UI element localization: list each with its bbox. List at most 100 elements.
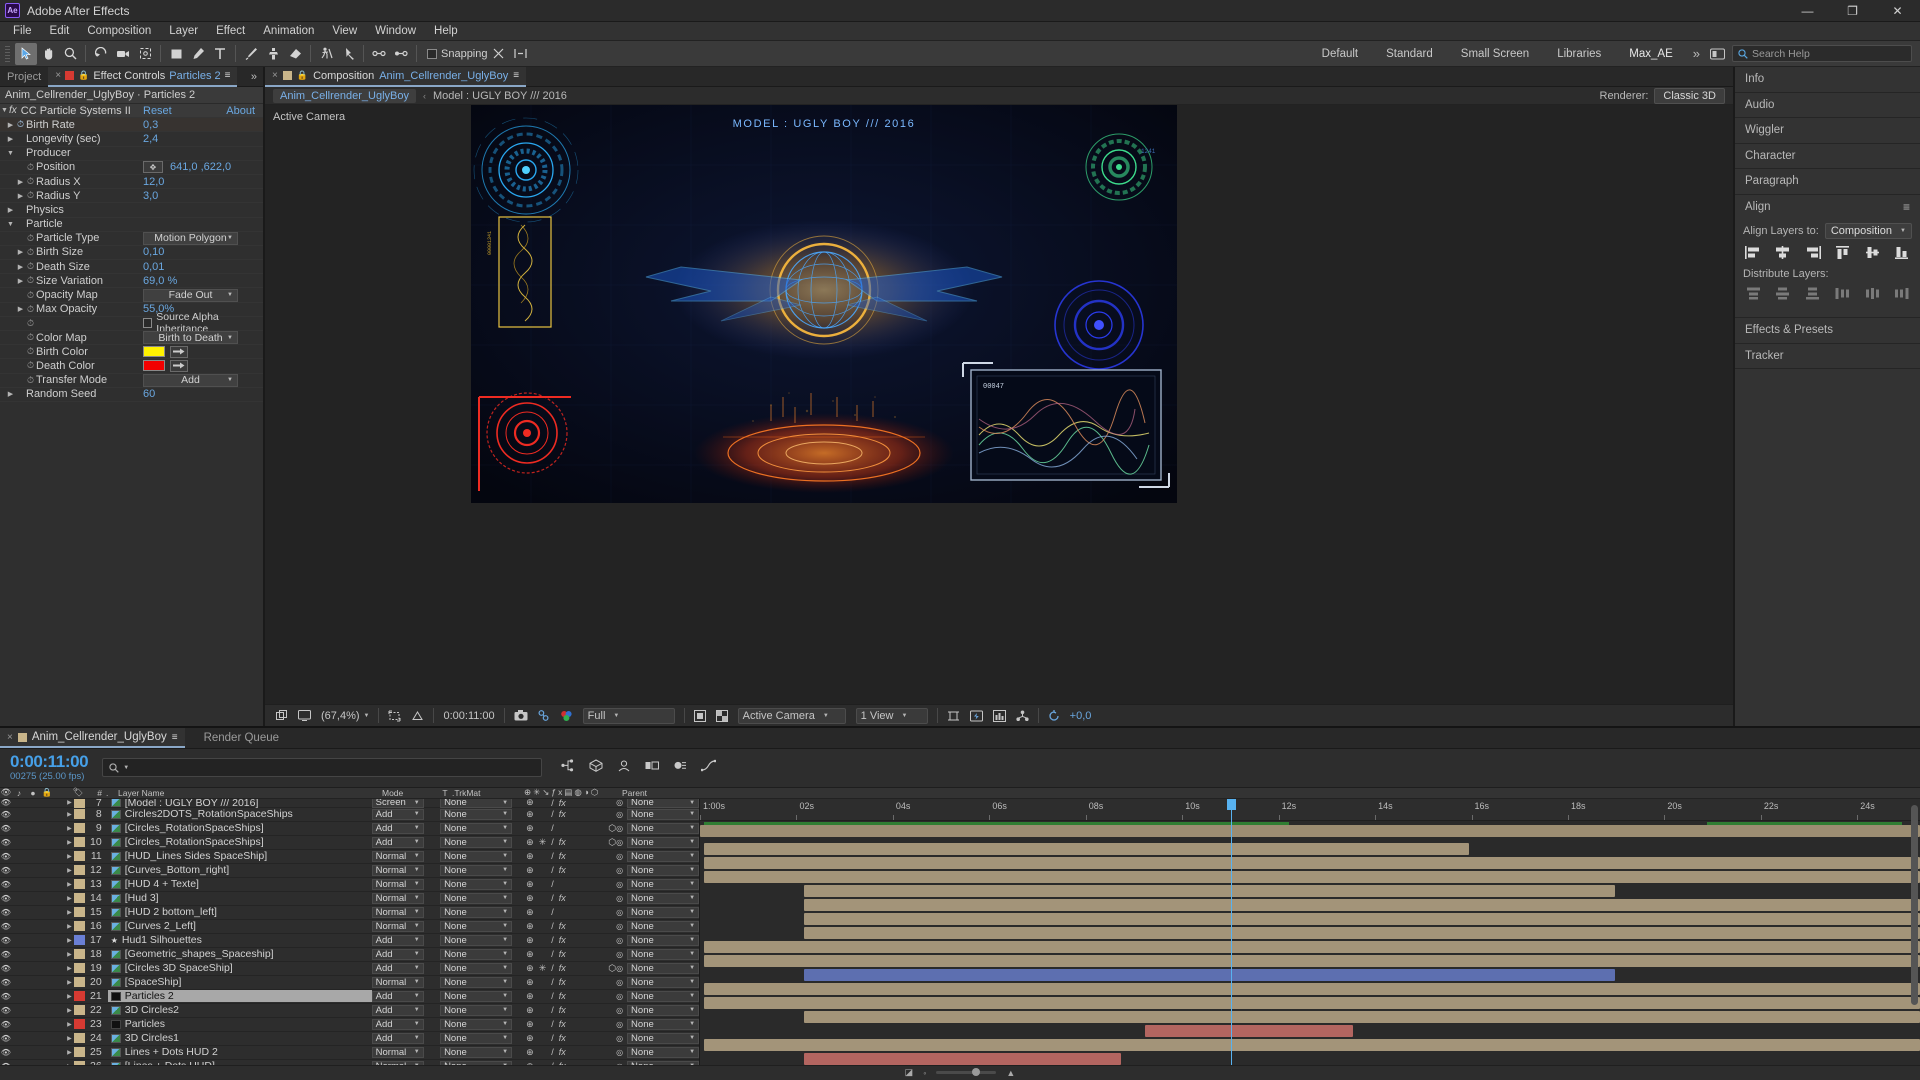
layer-label-color[interactable] — [74, 1033, 86, 1044]
adjustment-layer-icon[interactable]: / — [551, 991, 554, 1001]
property-value[interactable]: 0,10 — [143, 246, 164, 258]
layer-trkmat-select[interactable]: None▼ — [440, 864, 513, 876]
menu-item-file[interactable]: File — [4, 22, 41, 41]
property-value[interactable]: 2,4 — [143, 133, 158, 145]
rotation-tool-icon[interactable] — [90, 43, 112, 65]
layer-trkmat-select[interactable]: None▼ — [440, 822, 513, 834]
resolution-value-box[interactable]: Full ▼ — [582, 707, 675, 724]
transparency-grid-button[interactable] — [406, 705, 429, 727]
layer-name[interactable]: [SpaceShip] — [108, 976, 372, 988]
layer-name[interactable]: Particles — [108, 1018, 372, 1030]
layer-parent-select[interactable]: None▼ — [627, 850, 699, 862]
current-time-indicator-head[interactable] — [1226, 798, 1236, 810]
layer-twirl-icon[interactable]: ▶ — [65, 867, 75, 874]
camera-view-select[interactable]: Active Camera ▼ — [733, 705, 851, 727]
timeline-current-time[interactable]: 0:00:11:00 00275 (25.00 fps) — [0, 753, 89, 783]
timeline-graph[interactable]: 1:00s 02s 04s 06s 08s 10s 12s 14s 16s 18s 20s 22s 24… — [700, 798, 1920, 1065]
layer-blend-mode-select[interactable]: Add ▼ — [371, 1032, 424, 1044]
layer-blend-mode-select[interactable]: Add ▼ — [371, 822, 424, 834]
collapse-transformations-icon[interactable]: ⊕ — [526, 879, 534, 890]
layer-duration-bar[interactable] — [803, 926, 1920, 939]
layer-blend-mode-select[interactable]: Normal▼ — [371, 906, 424, 918]
collapse-transformations-icon[interactable]: ⊕ — [526, 949, 534, 960]
panel-header[interactable]: Effects & Presets — [1735, 318, 1920, 343]
layer-label-color[interactable] — [74, 963, 86, 974]
layer-name[interactable]: [Curves 2_Left] — [108, 920, 372, 932]
layer-visibility-toggle[interactable]: 👁 — [0, 1006, 12, 1015]
layer-parent-select[interactable]: None▼ — [627, 864, 699, 876]
timeline-layer-row[interactable]: 👁▶16[Curves 2_Left]Normal▼None▼⊕✳/fx⬡◎No… — [0, 919, 699, 934]
shape-tool-icon[interactable] — [165, 43, 187, 65]
layer-twirl-icon[interactable]: ▶ — [65, 853, 75, 860]
position-picker-icon[interactable]: ✥ — [143, 161, 163, 174]
color-swatch[interactable] — [143, 346, 165, 358]
parent-pickwhip-icon[interactable]: ◎ — [616, 799, 623, 808]
timeline-layer-row[interactable]: 👁 ▶ 18 [Geometric_shapes_Spaceship] Add ▼ None… — [0, 947, 699, 962]
adjustment-layer-icon[interactable]: / — [551, 879, 554, 889]
effects-icon[interactable]: fx — [559, 1047, 566, 1057]
effect-twirl-icon[interactable]: ▼ — [0, 107, 9, 114]
adjustment-layer-icon[interactable]: / — [551, 907, 554, 917]
parent-pickwhip-icon[interactable]: ◎ — [616, 1020, 623, 1029]
timeline-vertical-scrollbar[interactable] — [1910, 799, 1919, 1065]
collapse-transformations-icon[interactable]: ⊕ — [526, 907, 534, 918]
main-viewer-button[interactable] — [293, 705, 316, 727]
timeline-zoom-thumb[interactable] — [972, 1068, 981, 1077]
layer-trkmat-select[interactable]: None▼ — [440, 892, 513, 904]
timeline-graph-button[interactable] — [988, 705, 1011, 727]
effect-property-birth-size[interactable]: ▶ ⏱ Birth Size 0,10 — [0, 246, 263, 261]
layer-name[interactable]: Particles 2 — [107, 990, 372, 1003]
stopwatch-icon[interactable]: ⏱ — [25, 360, 36, 371]
layer-label-color[interactable] — [74, 1005, 86, 1016]
three-d-layer-icon[interactable]: ⬡ — [608, 963, 616, 974]
toggle-transparency-grid-button[interactable] — [711, 705, 733, 727]
layer-trkmat-select[interactable]: None▼ — [440, 798, 513, 809]
effect-property-particle[interactable]: ▼⏱Particle — [0, 218, 263, 232]
layer-blend-mode-select[interactable]: Normal▼ — [371, 920, 424, 932]
layer-duration-bar[interactable] — [703, 842, 1469, 855]
effects-icon[interactable]: fx — [559, 977, 566, 987]
layer-blend-mode-select[interactable]: Add ▼ — [371, 934, 424, 946]
timeline-layer-row[interactable]: 👁▶243D Circles1Add▼None▼⊕✳/fx⬡◎None▼ — [0, 1031, 699, 1046]
layer-twirl-icon[interactable]: ▶ — [65, 923, 75, 930]
layer-parent-select[interactable]: None▼ — [627, 934, 699, 946]
layer-twirl-icon[interactable]: ▶ — [65, 937, 75, 944]
menu-item-layer[interactable]: Layer — [160, 22, 207, 41]
adjustment-layer-icon[interactable]: / — [551, 1019, 554, 1029]
layer-visibility-toggle[interactable]: 👁 — [0, 992, 12, 1001]
workspace-overflow-button[interactable]: » — [1687, 46, 1706, 61]
layer-trkmat-select[interactable]: None▼ — [440, 906, 513, 918]
collapse-transformations-icon[interactable]: ⊕ — [526, 823, 534, 834]
effect-property-transfer-mode[interactable]: ▶⏱Transfer Mode Add▼ — [0, 373, 263, 388]
timeline-zoom-out-icon[interactable]: ◦ — [923, 1068, 926, 1078]
panel-menu-icon[interactable]: ≡ — [225, 70, 231, 81]
layer-duration-bar[interactable] — [703, 870, 1920, 883]
effects-icon[interactable]: fx — [559, 851, 566, 861]
timeline-scroll-thumb[interactable] — [1911, 804, 1918, 1005]
menu-item-view[interactable]: View — [323, 22, 366, 41]
distribute-left-button[interactable] — [1832, 286, 1852, 301]
fast-previews-button[interactable] — [965, 705, 988, 727]
layer-parent-select[interactable]: None▼ — [627, 920, 699, 932]
clone-stamp-tool-icon[interactable] — [262, 43, 284, 65]
panel-paragraph[interactable]: Paragraph — [1735, 169, 1920, 195]
stopwatch-icon[interactable]: ⏱ — [25, 375, 36, 386]
collapse-transformations-icon[interactable]: ⊕ — [526, 799, 534, 809]
distribute-horizontal-center-button[interactable] — [1862, 286, 1882, 301]
panel-header[interactable]: Info — [1735, 67, 1920, 92]
collapse-transformations-icon[interactable]: ⊕ — [526, 1019, 534, 1030]
layer-duration-bar[interactable] — [803, 884, 1615, 897]
stopwatch-icon[interactable]: ⏱ — [25, 275, 36, 286]
enable-frame-blending-icon[interactable] — [645, 759, 660, 777]
tab-composition[interactable]: × 🔒 Composition Anim_Cellrender_UglyBoy … — [265, 66, 527, 87]
effect-property-position[interactable]: ▶⏱Position ✥ 641,0 ,622,0 — [0, 161, 263, 175]
distribute-vertical-center-button[interactable] — [1773, 286, 1793, 301]
layer-duration-bar[interactable] — [700, 824, 1920, 837]
effect-property-physics[interactable]: ▶⏱Physics — [0, 203, 263, 218]
timeline-layer-row[interactable]: 👁▶25Lines + Dots HUD 2Normal▼None▼⊕✳/fx⬡… — [0, 1045, 699, 1060]
layer-visibility-toggle[interactable]: 👁 — [0, 950, 12, 959]
align-panel-menu-icon[interactable]: ≡ — [1903, 200, 1910, 214]
layer-visibility-toggle[interactable]: 👁 — [0, 852, 12, 861]
three-d-layer-icon[interactable]: ⬡ — [608, 837, 616, 848]
parent-pickwhip-icon[interactable]: ◎ — [616, 922, 623, 931]
